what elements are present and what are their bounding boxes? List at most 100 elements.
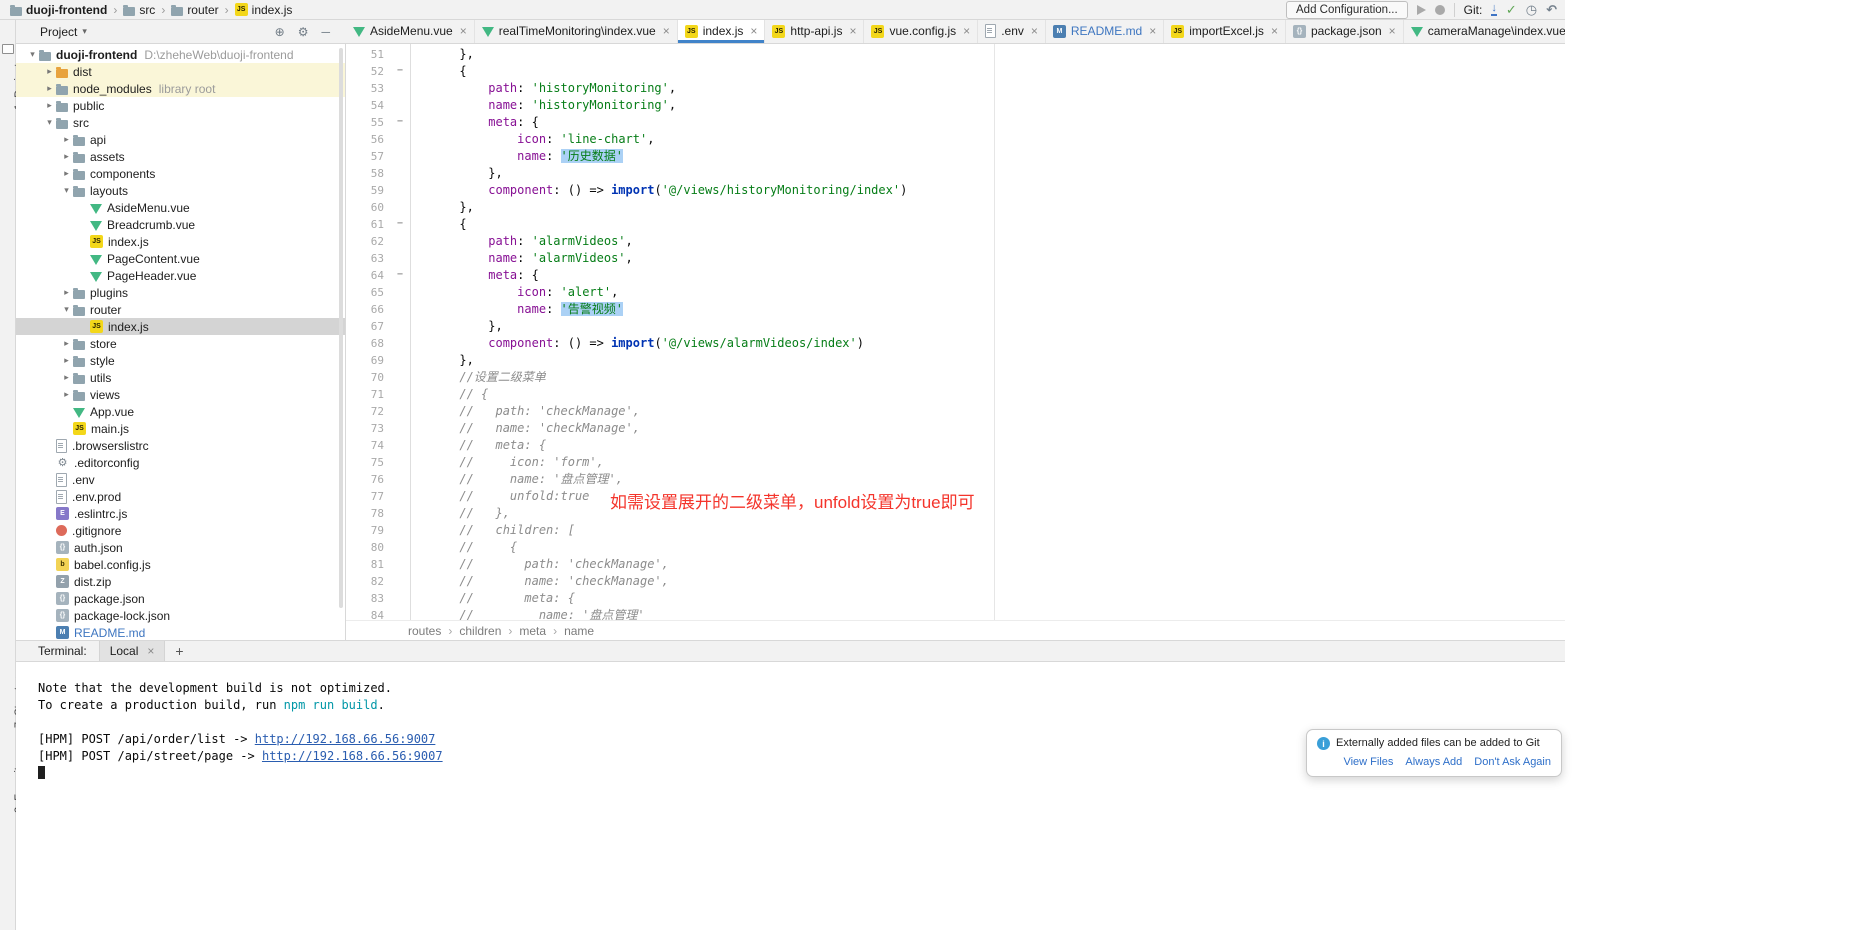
breadcrumb-item[interactable]: src (121, 3, 157, 17)
tree-item[interactable]: bbabel.config.js (16, 556, 345, 573)
code-area[interactable]: 51 },52− {53 path: 'historyMonitoring',5… (346, 46, 1565, 620)
fold-marker-icon[interactable]: − (390, 114, 410, 131)
run-icon[interactable] (1417, 5, 1426, 15)
tree-item[interactable]: ▸components (16, 165, 345, 182)
chevron-right-icon[interactable]: ▸ (43, 83, 56, 94)
chevron-right-icon[interactable]: ▸ (60, 168, 73, 179)
tree-item[interactable]: ▸utils (16, 369, 345, 386)
hide-panel-icon[interactable]: ─ (321, 25, 330, 39)
tree-item[interactable]: {}auth.json (16, 539, 345, 556)
tree-item[interactable]: {}package.json (16, 590, 345, 607)
breadcrumb-item[interactable]: router (169, 3, 220, 17)
tree-item[interactable]: ▾src (16, 114, 345, 131)
terminal-tab-local[interactable]: Local × (99, 641, 166, 661)
tree-item[interactable]: JSmain.js (16, 420, 345, 437)
chevron-right-icon[interactable]: ▸ (60, 151, 73, 162)
settings-gear-icon[interactable]: ⚙ (298, 25, 309, 39)
close-terminal-tab-icon[interactable]: × (147, 644, 154, 658)
terminal-link[interactable]: http://192.168.66.56:9007 (255, 732, 436, 746)
editor-tab[interactable]: {}package.json× (1286, 20, 1404, 43)
project-scrollbar[interactable] (339, 48, 343, 608)
fold-marker-icon[interactable]: − (390, 267, 410, 284)
tree-item[interactable]: JSindex.js (16, 233, 345, 250)
editor-tab[interactable]: JSvue.config.js× (864, 20, 978, 43)
tree-item[interactable]: JSindex.js (16, 318, 345, 335)
close-tab-icon[interactable]: × (460, 24, 467, 38)
project-view-selector[interactable]: Project ▾ (40, 25, 87, 39)
tree-item[interactable]: ▾layouts (16, 182, 345, 199)
tree-item[interactable]: Breadcrumb.vue (16, 216, 345, 233)
git-update-icon[interactable]: ↓ (1491, 3, 1497, 16)
tree-item[interactable]: .browserslistrc (16, 437, 345, 454)
chevron-right-icon[interactable]: ▸ (60, 389, 73, 400)
chevron-right-icon[interactable]: ▸ (60, 355, 73, 366)
tree-item[interactable]: ▸node_moduleslibrary root (16, 80, 345, 97)
tree-item[interactable]: ▸views (16, 386, 345, 403)
chevron-right-icon[interactable]: ▸ (43, 100, 56, 111)
editor-tab[interactable]: AsideMenu.vue× (346, 20, 475, 43)
close-tab-icon[interactable]: × (663, 24, 670, 38)
editor-tab[interactable]: JSindex.js× (678, 20, 766, 43)
tree-item[interactable]: MREADME.md (16, 624, 345, 640)
tree-item[interactable]: ▸assets (16, 148, 345, 165)
close-tab-icon[interactable]: × (1389, 24, 1396, 38)
chevron-down-icon[interactable]: ▾ (60, 185, 73, 196)
breadcrumb-item[interactable]: duoji-frontend (8, 3, 109, 17)
editor-tab[interactable]: JSimportExcel.js× (1164, 20, 1286, 43)
editor-breadcrumb-item[interactable]: routes (408, 624, 441, 638)
tree-item[interactable]: ▸plugins (16, 284, 345, 301)
close-tab-icon[interactable]: × (963, 24, 970, 38)
close-tab-icon[interactable]: × (1031, 24, 1038, 38)
tree-item[interactable]: {}package-lock.json (16, 607, 345, 624)
tree-item[interactable]: ▸api (16, 131, 345, 148)
tree-item[interactable]: AsideMenu.vue (16, 199, 345, 216)
view-files-link[interactable]: View Files (1343, 756, 1393, 768)
git-commit-icon[interactable]: ✓ (1506, 2, 1517, 18)
git-log-icon[interactable]: ◷ (1526, 2, 1537, 18)
add-configuration-button[interactable]: Add Configuration... (1286, 1, 1408, 19)
editor-breadcrumb-item[interactable]: name (564, 624, 594, 638)
editor-area[interactable]: 51 },52− {53 path: 'historyMonitoring',5… (346, 44, 1565, 620)
tree-item[interactable]: ▸store (16, 335, 345, 352)
tree-item[interactable]: PageHeader.vue (16, 267, 345, 284)
tree-item[interactable]: ▾router (16, 301, 345, 318)
close-tab-icon[interactable]: × (1149, 24, 1156, 38)
tree-item[interactable]: Zdist.zip (16, 573, 345, 590)
new-terminal-tab-button[interactable]: + (175, 643, 183, 659)
tree-item[interactable]: .gitignore (16, 522, 345, 539)
tree-item[interactable]: ▸dist (16, 63, 345, 80)
close-tab-icon[interactable]: × (849, 24, 856, 38)
chevron-right-icon[interactable]: ▸ (60, 338, 73, 349)
editor-tab[interactable]: cameraManage\index.vue× (1404, 20, 1565, 43)
chevron-right-icon[interactable]: ▸ (43, 66, 56, 77)
close-tab-icon[interactable]: × (750, 24, 757, 38)
tree-item[interactable]: PageContent.vue (16, 250, 345, 267)
git-revert-icon[interactable]: ↶ (1546, 2, 1557, 18)
locate-file-icon[interactable]: ⊕ (275, 25, 285, 39)
debug-icon[interactable] (1435, 5, 1445, 15)
tree-item[interactable]: ▸style (16, 352, 345, 369)
chevron-right-icon[interactable]: ▸ (60, 134, 73, 145)
chevron-right-icon[interactable]: ▸ (60, 372, 73, 383)
editor-breadcrumb-item[interactable]: meta (519, 624, 546, 638)
chevron-right-icon[interactable]: ▸ (60, 287, 73, 298)
breadcrumb-item[interactable]: JSindex.js (233, 3, 295, 17)
editor-breadcrumb-item[interactable]: children (459, 624, 501, 638)
editor-tab[interactable]: .env× (978, 20, 1046, 43)
tree-item[interactable]: ▸public (16, 97, 345, 114)
close-tab-icon[interactable]: × (1271, 24, 1278, 38)
don-t-ask-again-link[interactable]: Don't Ask Again (1474, 756, 1551, 768)
terminal-link[interactable]: http://192.168.66.56:9007 (262, 749, 443, 763)
chevron-down-icon[interactable]: ▾ (60, 304, 73, 315)
tree-item[interactable]: .env.prod (16, 488, 345, 505)
always-add-link[interactable]: Always Add (1405, 756, 1462, 768)
tree-item[interactable]: App.vue (16, 403, 345, 420)
fold-marker-icon[interactable]: − (390, 63, 410, 80)
editor-tab[interactable]: realTimeMonitoring\index.vue× (475, 20, 678, 43)
editor-tab[interactable]: JShttp-api.js× (765, 20, 864, 43)
chevron-down-icon[interactable]: ▾ (26, 49, 39, 60)
chevron-down-icon[interactable]: ▾ (43, 117, 56, 128)
tree-item[interactable]: ⚙.editorconfig (16, 454, 345, 471)
tree-item[interactable]: E.eslintrc.js (16, 505, 345, 522)
tree-item[interactable]: .env (16, 471, 345, 488)
